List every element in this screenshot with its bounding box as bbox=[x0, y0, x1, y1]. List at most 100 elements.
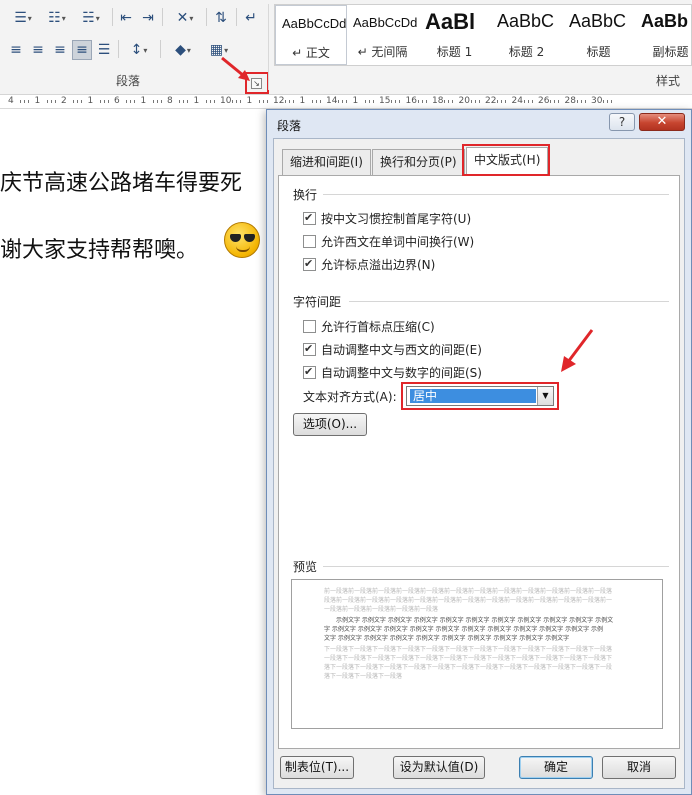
tab-indent-spacing[interactable]: 缩进和间距(I) bbox=[282, 149, 371, 175]
decrease-indent-icon[interactable]: ⇤ bbox=[116, 8, 136, 28]
ruler-tick bbox=[448, 100, 450, 103]
shading-icon[interactable]: ◆ ▾ bbox=[166, 40, 200, 60]
cancel-button[interactable]: 取消 bbox=[602, 756, 676, 779]
ruler-tick bbox=[531, 100, 533, 103]
tab-panel: 换行 ✔ 按中文习惯控制首尾字符(U) 允许西文在单词中间换行(W) ✔ 允许标… bbox=[278, 175, 680, 749]
checkbox-spacing-2[interactable]: ✔ 自动调整中文与数字的间距(S) bbox=[303, 364, 482, 380]
increase-indent-icon[interactable]: ⇥ bbox=[138, 8, 158, 28]
checkbox-box[interactable] bbox=[303, 319, 316, 333]
checkbox-wrap-1[interactable]: 允许西文在单词中间换行(W) bbox=[303, 233, 474, 249]
ruler-label: 18 bbox=[432, 96, 444, 106]
ruler-tick bbox=[134, 100, 136, 103]
multilevel-list-icon[interactable]: ☵ ▾ bbox=[74, 8, 108, 28]
ruler-tick bbox=[319, 100, 321, 103]
ruler-tick bbox=[46, 100, 48, 103]
ruler-tick bbox=[289, 100, 291, 103]
checkbox-label: 按中文习惯控制首尾字符(U) bbox=[321, 211, 472, 226]
sort-icon[interactable]: ⇅ bbox=[210, 8, 232, 28]
ruler-tick bbox=[315, 100, 317, 103]
align-left-icon[interactable]: ≡ bbox=[6, 40, 26, 60]
bullet-list-icon[interactable]: ☰ ▾ bbox=[6, 8, 40, 28]
word-window: ☰ ▾ ☷ ▾ ☵ ▾ ⇤ ⇥ ✕ ▾ ⇅ ↵ ≡ ≡ ≡ ≡ ☰ ↕ ▾ ◆ ▾ ▦ ▾ 段… bbox=[0, 0, 692, 795]
ruler-tick bbox=[576, 100, 578, 103]
tab-line-page-breaks[interactable]: 换行和分页(P) bbox=[372, 149, 465, 175]
ruler-label: 2 bbox=[61, 96, 67, 106]
options-button[interactable]: 选项(O)... bbox=[293, 413, 367, 436]
ruler-tick bbox=[77, 100, 79, 103]
ruler-tick bbox=[73, 100, 75, 103]
divider bbox=[349, 301, 669, 302]
align-right-icon[interactable]: ≡ bbox=[50, 40, 70, 60]
show-marks-icon[interactable]: ↵ bbox=[240, 8, 262, 28]
checkbox-box[interactable] bbox=[303, 234, 316, 248]
checkbox-spacing-1[interactable]: ✔ 自动调整中文与西文的间距(E) bbox=[303, 341, 482, 357]
ruler-tick bbox=[81, 100, 83, 103]
ruler-label: 16 bbox=[405, 96, 417, 106]
ruler-tick bbox=[611, 100, 613, 103]
ruler-label: 15 bbox=[379, 96, 391, 106]
dialog-titlebar[interactable]: 段落 ? ✕ bbox=[267, 110, 691, 138]
paragraph-dialog: 段落 ? ✕ 缩进和间距(I) 换行和分页(P) 中文版式(H) 换行 ✔ 按中… bbox=[266, 109, 692, 795]
checkbox-wrap-2[interactable]: ✔ 允许标点溢出边界(N) bbox=[303, 256, 435, 272]
ruler-label: 28 bbox=[564, 96, 576, 106]
checkbox-label: 允许标点溢出边界(N) bbox=[321, 257, 436, 272]
checkbox-box[interactable]: ✔ bbox=[303, 342, 316, 356]
preview-after-line: 落下一段落下一段落下一段落 bbox=[324, 673, 403, 680]
close-button[interactable]: ✕ bbox=[639, 113, 685, 131]
sunglasses-emoji-icon bbox=[224, 222, 260, 258]
ruler-tick bbox=[99, 100, 101, 103]
ruler-tick bbox=[262, 100, 264, 103]
checkbox-wrap-0[interactable]: ✔ 按中文习惯控制首尾字符(U) bbox=[303, 210, 471, 226]
checkbox-spacing-0[interactable]: 允许行首标点压缩(C) bbox=[303, 318, 435, 334]
document-line-2[interactable]: 谢大家支持帮帮噢。 bbox=[0, 232, 198, 264]
style-sample: AaBbCcDd bbox=[353, 15, 418, 30]
set-default-button[interactable]: 设为默认值(D) bbox=[393, 756, 485, 779]
help-button[interactable]: ? bbox=[609, 113, 635, 131]
distributed-align-icon[interactable]: ☰ bbox=[94, 40, 114, 60]
style-title[interactable]: AaBbC 标题 bbox=[563, 5, 635, 65]
ruler-label: 1 bbox=[34, 96, 41, 106]
document-line-1[interactable]: 庆节高速公路堵车得要死 bbox=[0, 165, 242, 197]
checkbox-box[interactable]: ✔ bbox=[303, 365, 316, 379]
ruler-tick bbox=[209, 100, 211, 103]
tabs-button[interactable]: 制表位(T)... bbox=[280, 756, 354, 779]
style-no-spacing[interactable]: AaBbCcDd ↵ 无间隔 bbox=[347, 5, 419, 65]
ruler-tick bbox=[28, 100, 30, 103]
checkbox-label: 自动调整中文与西文的间距(E) bbox=[321, 342, 482, 357]
justify-icon[interactable]: ≡ bbox=[72, 40, 92, 60]
style-heading-1[interactable]: AaBl 标题 1 bbox=[419, 5, 491, 65]
ruler-tick bbox=[232, 100, 234, 103]
align-center-icon[interactable]: ≡ bbox=[28, 40, 48, 60]
check-icon: ✔ bbox=[304, 256, 314, 270]
tab-highlight-box bbox=[462, 144, 550, 176]
ok-button[interactable]: 确定 bbox=[519, 756, 593, 779]
ruler-tick bbox=[421, 100, 423, 103]
chinese-layout-icon[interactable]: ✕ ▾ bbox=[168, 8, 202, 28]
pointer-arrow-icon bbox=[221, 56, 250, 81]
preview-sample-line: 文字 示例文字 示例文字 示例文字 示例文字 示例文字 示例文字 示例文字 示例… bbox=[324, 635, 570, 642]
preview-sample-line: 字 示例文字 示例文字 示例文字 示例文字 示例文字 示例文字 示例文字 示例文… bbox=[324, 626, 603, 633]
horizontal-ruler[interactable]: 4 1 2 1 6 1 8 1 10 1 12 1 14 1 15 16 18 20 22 24 26 28 30 bbox=[0, 95, 692, 109]
line-spacing-icon[interactable]: ↕ ▾ bbox=[122, 40, 156, 60]
ruler-tick bbox=[584, 100, 586, 103]
ruler-label: 12 bbox=[273, 96, 285, 106]
section-spacing-label: 字符间距 bbox=[293, 295, 342, 309]
style-name: 标题 2 bbox=[508, 45, 545, 59]
checkbox-box[interactable]: ✔ bbox=[303, 211, 316, 225]
ruler-tick bbox=[558, 100, 560, 103]
ruler-tick bbox=[364, 100, 366, 103]
ruler-tick bbox=[523, 100, 525, 103]
styles-group-label: 样式 bbox=[656, 74, 681, 88]
style-normal[interactable]: AaBbCcDd ↵ 正文 bbox=[275, 5, 347, 65]
ruler-tick bbox=[213, 100, 215, 103]
numbered-list-icon[interactable]: ☷ ▾ bbox=[40, 8, 74, 28]
style-sample: AaBb bbox=[641, 11, 689, 31]
preview-sample-line: 示例文字 示例文字 示例文字 示例文字 示例文字 示例文字 示例文字 示例文字 … bbox=[336, 617, 614, 624]
preview-before-line: 一段落前一段落前一段落前一段落前一段落 bbox=[324, 606, 439, 613]
style-subtitle[interactable]: AaBb 副标题 bbox=[635, 5, 692, 65]
checkbox-box[interactable]: ✔ bbox=[303, 256, 316, 271]
ruler-tick bbox=[497, 100, 499, 103]
style-heading-2[interactable]: AaBbC 标题 2 bbox=[491, 5, 563, 65]
separator bbox=[160, 40, 161, 58]
ruler-label: 14 bbox=[326, 96, 338, 106]
